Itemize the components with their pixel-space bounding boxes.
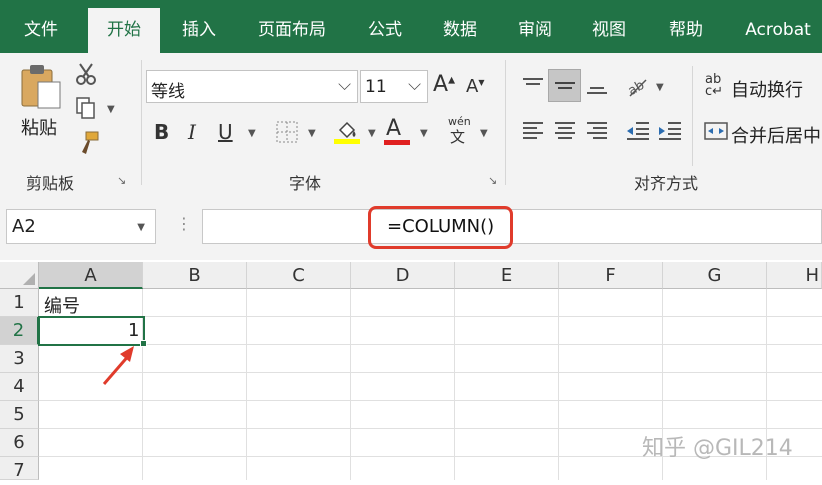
formula-highlight-box [368, 206, 513, 249]
font-size-value: 11 [365, 77, 387, 97]
formula-bar-grip-icon: ⋮ [176, 214, 192, 233]
font-launcher-icon[interactable]: ↘ [488, 174, 497, 187]
orientation-dropdown-icon[interactable]: ▼ [656, 82, 664, 93]
align-left-icon[interactable] [521, 120, 545, 142]
fill-color-icon[interactable] [334, 118, 360, 144]
align-center-icon[interactable] [553, 120, 577, 142]
row-header-6[interactable]: 6 [0, 429, 39, 457]
row-header-4[interactable]: 4 [0, 373, 39, 401]
border-icon[interactable] [276, 121, 298, 143]
active-cell-border [38, 316, 145, 346]
tab-help[interactable]: 帮助 [655, 0, 717, 53]
row-header-7[interactable]: 7 [0, 457, 39, 481]
tab-formulas[interactable]: 公式 [356, 0, 414, 53]
align-middle-button[interactable] [548, 69, 581, 102]
merge-center-button[interactable]: 合并后居中 [731, 122, 821, 148]
tab-file[interactable]: 文件 [10, 0, 72, 53]
copy-dropdown-icon[interactable]: ▼ [107, 104, 115, 115]
shrink-font-icon[interactable]: A▼ [466, 76, 484, 97]
border-dropdown-icon[interactable]: ▼ [308, 128, 316, 139]
tab-acrobat[interactable]: Acrobat [734, 0, 822, 53]
ribbon-tab-bar: 文件 开始 插入 页面布局 公式 数据 审阅 视图 帮助 Acrobat [0, 0, 822, 53]
column-header-b[interactable]: B [143, 262, 247, 289]
font-color-swatch [384, 140, 410, 145]
bold-button[interactable]: B [154, 120, 169, 144]
select-all-corner[interactable] [0, 262, 39, 289]
phonetic-guide-icon[interactable]: wén 文 [448, 116, 471, 145]
clipboard-icon [21, 65, 61, 109]
align-right-icon[interactable] [585, 120, 609, 142]
group-separator [692, 66, 693, 166]
font-color-dropdown-icon[interactable]: ▼ [420, 128, 428, 139]
name-box[interactable]: A2 ▼ [6, 209, 156, 244]
clipboard-group-label: 剪贴板 [26, 174, 75, 193]
phonetic-dropdown-icon[interactable]: ▼ [480, 128, 488, 139]
align-bottom-icon[interactable] [585, 76, 609, 96]
tab-data[interactable]: 数据 [430, 0, 490, 53]
group-separator [141, 60, 142, 185]
format-painter-icon[interactable] [76, 130, 100, 156]
watermark: 知乎 @GIL214 [642, 436, 793, 461]
name-box-dropdown-icon[interactable]: ▼ [137, 222, 145, 233]
wrap-text-button[interactable]: 自动换行 [731, 76, 803, 102]
column-header-g[interactable]: G [663, 262, 767, 289]
fill-handle[interactable] [140, 340, 147, 347]
italic-button[interactable]: I [188, 120, 196, 144]
cell-a1[interactable]: 编号 [44, 292, 80, 318]
wrap-text-icon[interactable]: ab c↵ [705, 73, 723, 98]
name-box-value: A2 [12, 216, 36, 237]
copy-icon[interactable] [75, 96, 97, 120]
underline-dropdown-icon[interactable]: ▼ [248, 128, 256, 139]
orientation-icon[interactable]: ab [626, 76, 650, 98]
column-header-c[interactable]: C [247, 262, 351, 289]
svg-text:ab: ab [626, 78, 647, 98]
font-name-value: 等线 [151, 82, 185, 102]
chevron-down-icon[interactable]: ⌵ [338, 75, 351, 95]
cut-icon[interactable] [74, 62, 98, 86]
annotation-arrow-icon [102, 346, 134, 385]
decrease-indent-icon[interactable] [625, 120, 651, 142]
font-color-icon[interactable]: A [386, 116, 401, 141]
tab-home[interactable]: 开始 [88, 8, 160, 53]
paste-button[interactable]: 粘贴 [16, 62, 66, 142]
row-header-3[interactable]: 3 [0, 345, 39, 373]
clipboard-launcher-icon[interactable]: ↘ [117, 174, 126, 187]
paste-label: 粘贴 [21, 118, 57, 139]
row-header-2[interactable]: 2 [0, 317, 39, 345]
font-group-label: 字体 [289, 174, 322, 193]
column-header-a[interactable]: A [39, 262, 143, 289]
align-middle-icon [555, 82, 575, 89]
font-size-combo[interactable]: 11 ⌵ [360, 70, 428, 103]
column-header-f[interactable]: F [559, 262, 663, 289]
align-top-icon[interactable] [521, 76, 545, 96]
chevron-down-icon[interactable]: ⌵ [408, 75, 421, 95]
column-header-e[interactable]: E [455, 262, 559, 289]
column-header-h[interactable]: H [767, 262, 822, 289]
tab-view[interactable]: 视图 [580, 0, 638, 53]
increase-indent-icon[interactable] [657, 120, 683, 142]
grow-font-icon[interactable]: A▲ [433, 72, 455, 97]
column-header-d[interactable]: D [351, 262, 455, 289]
row-header-1[interactable]: 1 [0, 289, 39, 317]
underline-button[interactable]: U [218, 120, 233, 144]
font-name-combo[interactable]: 等线 ⌵ [146, 70, 358, 103]
group-separator [505, 60, 506, 185]
merge-center-icon[interactable] [704, 120, 728, 142]
row-header-5[interactable]: 5 [0, 401, 39, 429]
tab-review[interactable]: 审阅 [506, 0, 564, 53]
fill-color-dropdown-icon[interactable]: ▼ [368, 128, 376, 139]
tab-page-layout[interactable]: 页面布局 [248, 0, 336, 53]
alignment-group-label: 对齐方式 [634, 174, 699, 193]
tab-insert[interactable]: 插入 [168, 0, 230, 53]
